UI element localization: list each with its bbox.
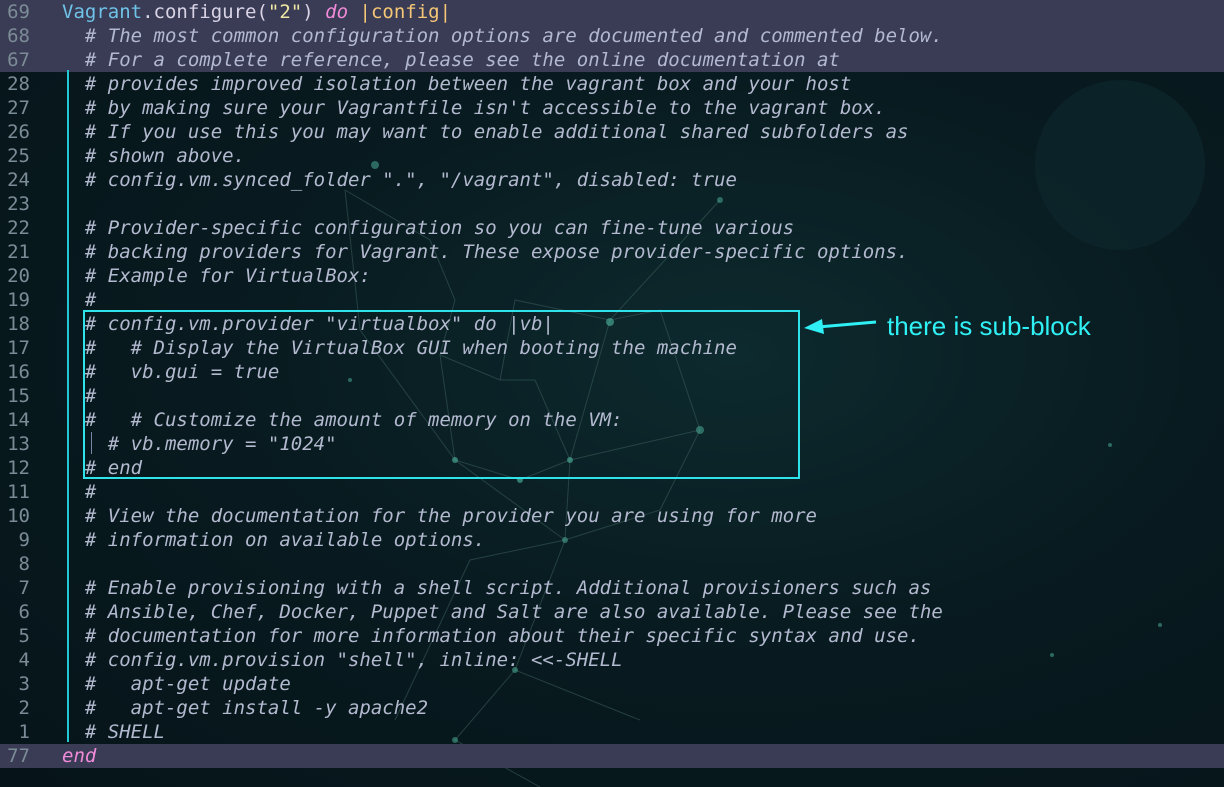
code-line[interactable]: 77 end [0, 744, 1224, 768]
code-line[interactable]: 10 # View the documentation for the prov… [0, 504, 1224, 528]
code-line[interactable]: 26 # If you use this you may want to ena… [0, 120, 1224, 144]
code-comment: # backing providers for Vagrant. These e… [62, 241, 909, 263]
line-number: 28 [7, 73, 30, 95]
line-number: 19 [7, 289, 30, 311]
line-number: 68 [7, 25, 30, 47]
line-number: 25 [7, 145, 30, 167]
code-comment: # Example for VirtualBox: [62, 265, 371, 287]
code-configure-line: Vagrant.configure("2") do |config| [62, 0, 451, 24]
line-number: 17 [7, 337, 30, 359]
code-line[interactable]: 8 [0, 552, 1224, 576]
line-number: 20 [7, 265, 30, 287]
line-number: 26 [7, 121, 30, 143]
line-number: 2 [18, 697, 30, 719]
code-comment: # by making sure your Vagrantfile isn't … [62, 97, 886, 119]
code-comment: # Enable provisioning with a shell scrip… [62, 577, 932, 599]
code-comment: # Provider-specific configuration so you… [62, 217, 795, 239]
line-number: 21 [7, 241, 30, 263]
annotation-arrow-icon [804, 319, 877, 334]
line-number: 77 [7, 745, 30, 767]
code-token-method: .configure( [142, 1, 268, 23]
line-number: 67 [7, 49, 30, 71]
code-line[interactable]: 68 # The most common configuration optio… [0, 24, 1224, 48]
code-token-paren: ) [302, 1, 314, 23]
code-line[interactable]: 28 # provides improved isolation between… [0, 72, 1224, 96]
line-number: 11 [7, 481, 30, 503]
line-number: 3 [18, 673, 30, 695]
code-line[interactable]: 9 # information on available options. [0, 528, 1224, 552]
code-token-string: "2" [267, 1, 303, 23]
sub-block-highlight-box [83, 310, 800, 479]
line-number: 10 [7, 505, 30, 527]
code-comment: # config.vm.provision "shell", inline: <… [62, 649, 623, 671]
code-line[interactable]: 1 # SHELL [0, 720, 1224, 744]
code-comment: # If you use this you may want to enable… [62, 121, 909, 143]
line-number: 69 [7, 1, 30, 23]
code-end-keyword: end [62, 745, 97, 767]
code-comment: # shown above. [62, 145, 246, 167]
code-line[interactable]: 25 # shown above. [0, 144, 1224, 168]
code-line[interactable]: 23 [0, 192, 1224, 216]
line-number: 16 [7, 361, 30, 383]
code-line[interactable]: 6 # Ansible, Chef, Docker, Puppet and Sa… [0, 600, 1224, 624]
code-token-block-arg: |config| [359, 1, 452, 23]
code-token-keyword: do [325, 1, 349, 23]
code-comment: # View the documentation for the provide… [62, 505, 817, 527]
code-comment: # The most common configuration options … [62, 25, 943, 47]
line-number: 4 [18, 649, 30, 671]
code-line[interactable]: 67 # For a complete reference, please se… [0, 48, 1224, 72]
line-number: 6 [18, 601, 30, 623]
code-line[interactable]: 11 # [0, 480, 1224, 504]
line-number: 24 [7, 169, 30, 191]
code-comment: # config.vm.synced_folder ".", "/vagrant… [62, 169, 737, 191]
code-token-class: Vagrant [62, 1, 143, 23]
line-number: 23 [7, 193, 30, 215]
code-comment: # documentation for more information abo… [62, 625, 920, 647]
code-line[interactable]: 19 # [0, 288, 1224, 312]
annotation-label: there is sub-block [887, 311, 1091, 341]
line-number: 5 [18, 625, 30, 647]
line-number: 14 [7, 409, 30, 431]
code-line[interactable]: 69 Vagrant.configure("2") do |config| [0, 0, 1224, 24]
code-line[interactable]: 5 # documentation for more information a… [0, 624, 1224, 648]
code-line[interactable]: 7 # Enable provisioning with a shell scr… [0, 576, 1224, 600]
code-comment: # provides improved isolation between th… [62, 73, 852, 95]
line-number: 9 [18, 529, 30, 551]
code-comment: # For a complete reference, please see t… [62, 49, 840, 71]
code-line[interactable]: 3 # apt-get update [0, 672, 1224, 696]
line-number: 8 [18, 553, 30, 575]
line-number: 7 [18, 577, 30, 599]
code-comment: # apt-get install -y apache2 [62, 697, 429, 719]
code-line[interactable]: 20 # Example for VirtualBox: [0, 264, 1224, 288]
line-number: 27 [7, 97, 30, 119]
line-number: 18 [7, 313, 30, 335]
line-number: 12 [7, 457, 30, 479]
code-line[interactable]: 27 # by making sure your Vagrantfile isn… [0, 96, 1224, 120]
line-number: 15 [7, 385, 30, 407]
code-line[interactable]: 4 # config.vm.provision "shell", inline:… [0, 648, 1224, 672]
indent-guide [67, 70, 69, 742]
code-comment: # information on available options. [62, 529, 486, 551]
code-comment: # apt-get update [62, 673, 291, 695]
line-number: 13 [7, 433, 30, 455]
line-number: 22 [7, 217, 30, 239]
code-line[interactable]: 24 # config.vm.synced_folder ".", "/vagr… [0, 168, 1224, 192]
code-line[interactable]: 2 # apt-get install -y apache2 [0, 696, 1224, 720]
line-number: 1 [18, 721, 30, 743]
code-comment: # SHELL [62, 721, 165, 743]
code-line[interactable]: 22 # Provider-specific configuration so … [0, 216, 1224, 240]
code-comment: # Ansible, Chef, Docker, Puppet and Salt… [62, 601, 943, 623]
code-line[interactable]: 21 # backing providers for Vagrant. Thes… [0, 240, 1224, 264]
